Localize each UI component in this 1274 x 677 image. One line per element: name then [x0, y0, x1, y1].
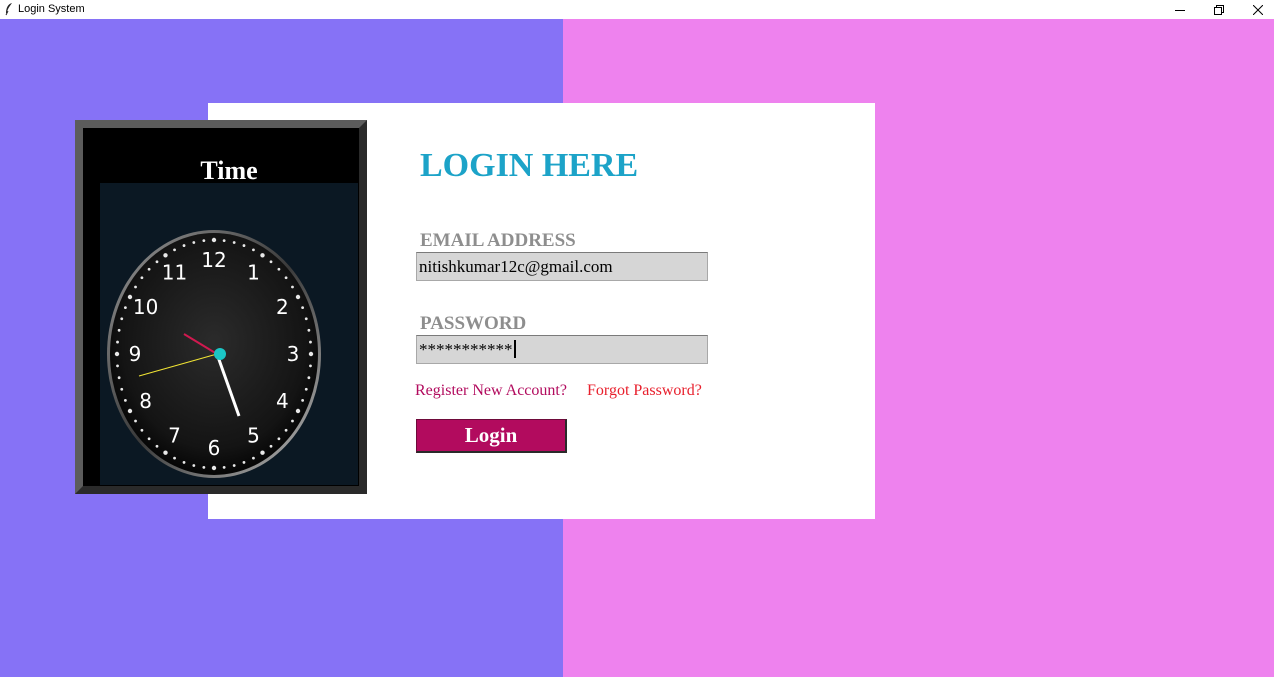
clock-tick [291, 285, 294, 289]
clock-tick [123, 306, 127, 310]
clock-tick [127, 294, 133, 300]
clock-numeral: 11 [162, 261, 187, 285]
clock-tick [222, 239, 226, 243]
password-label: PASSWORD [420, 313, 527, 334]
email-field[interactable]: nitishkumar12c@gmail.com [416, 252, 708, 281]
window-title-bar: Login System [0, 0, 1274, 19]
clock-tick [202, 239, 206, 243]
forgot-password-link[interactable]: Forgot Password? [587, 381, 702, 401]
clock-tick [232, 464, 236, 467]
clock-numeral: 12 [201, 248, 226, 272]
clock-tick [116, 340, 119, 344]
email-value: nitishkumar12c@gmail.com [419, 257, 613, 276]
clock-tick [182, 244, 186, 247]
clock-tick [163, 450, 168, 455]
clock-tick [192, 241, 196, 244]
clock-tick [301, 398, 305, 402]
clock-area: 12 1 2 3 4 5 6 7 8 9 10 11 [100, 225, 358, 485]
clock-numeral: 8 [139, 389, 152, 413]
login-heading: LOGIN HERE [420, 147, 639, 184]
close-button[interactable] [1239, 0, 1274, 19]
clock-center-pin [214, 348, 226, 360]
clock-numeral: 3 [287, 342, 300, 366]
minimize-button[interactable] [1161, 0, 1199, 19]
clock-tick [147, 437, 151, 441]
clock-tick [211, 465, 217, 471]
close-icon [1253, 4, 1263, 15]
clock-tick [202, 465, 206, 469]
clock-tick [260, 253, 265, 258]
clock-tick [140, 428, 144, 432]
clock-tick [192, 464, 196, 467]
clock-tick [304, 317, 308, 321]
clock-numeral: 6 [208, 436, 221, 460]
clock-tick [252, 248, 255, 252]
clock-tick [309, 364, 312, 368]
clock-tick [284, 276, 288, 280]
clock-tick [277, 267, 281, 271]
clock-tick [304, 387, 308, 391]
clock-tick [284, 428, 288, 432]
clock-tick [277, 437, 281, 441]
email-label: EMAIL ADDRESS [420, 230, 576, 251]
clock-tick [116, 364, 119, 368]
clock-tick [173, 248, 176, 252]
clock-numeral: 5 [247, 423, 260, 447]
clock-tick [163, 253, 168, 258]
clock-tick [211, 237, 217, 243]
clock-tick [140, 276, 144, 280]
clock-tick [117, 376, 121, 380]
clock-tick [269, 444, 273, 448]
password-field[interactable]: *********** [416, 335, 708, 364]
clock-header-band [100, 183, 358, 225]
clock-tick [307, 328, 311, 332]
analog-clock-icon: 12 12 3 45 6 78 9 1011 [107, 230, 321, 478]
clock-tick [173, 456, 176, 460]
clock-title: Time [200, 156, 258, 185]
login-button[interactable]: Login [416, 419, 567, 453]
register-link[interactable]: Register New Account? [415, 381, 567, 401]
clock-tick [123, 398, 127, 402]
clock-tick [182, 461, 186, 464]
clock-tick [301, 306, 305, 310]
clock-tick [269, 260, 273, 264]
clock-tick [222, 465, 226, 469]
clock-numeral: 2 [276, 295, 289, 319]
clock-tick [295, 294, 301, 300]
clock-tick [260, 450, 265, 455]
clock-tick [120, 387, 124, 391]
clock-tick [242, 244, 246, 247]
clock-panel: Time 12 1 2 3 4 5 6 7 8 9 10 11 [75, 120, 367, 494]
clock-tick [308, 351, 314, 357]
clock-numeral: 1 [247, 261, 260, 285]
clock-numeral: 9 [129, 342, 142, 366]
window-title: Login System [18, 3, 85, 15]
feather-icon [5, 3, 12, 16]
clock-tick [147, 267, 151, 271]
clock-numeral: 7 [168, 423, 181, 447]
clock-tick [134, 419, 137, 423]
clock-tick [291, 419, 294, 423]
clock-tick [155, 260, 159, 264]
clock-tick [114, 351, 120, 357]
clock-tick [242, 461, 246, 464]
clock-tick [307, 376, 311, 380]
minimize-icon [1175, 9, 1185, 11]
clock-tick [120, 317, 124, 321]
clock-numeral: 10 [133, 295, 158, 319]
clock-tick [232, 241, 236, 244]
clock-numeral: 4 [276, 389, 289, 413]
clock-tick [155, 444, 159, 448]
clock-tick [295, 408, 301, 414]
password-value: *********** [419, 340, 513, 359]
clock-tick [127, 408, 133, 414]
text-caret [513, 340, 516, 358]
clock-tick [309, 340, 312, 344]
clock-tick [252, 456, 255, 460]
restore-icon [1214, 4, 1224, 15]
clock-tick [117, 328, 121, 332]
clock-tick [134, 285, 137, 289]
restore-button[interactable] [1200, 0, 1238, 19]
